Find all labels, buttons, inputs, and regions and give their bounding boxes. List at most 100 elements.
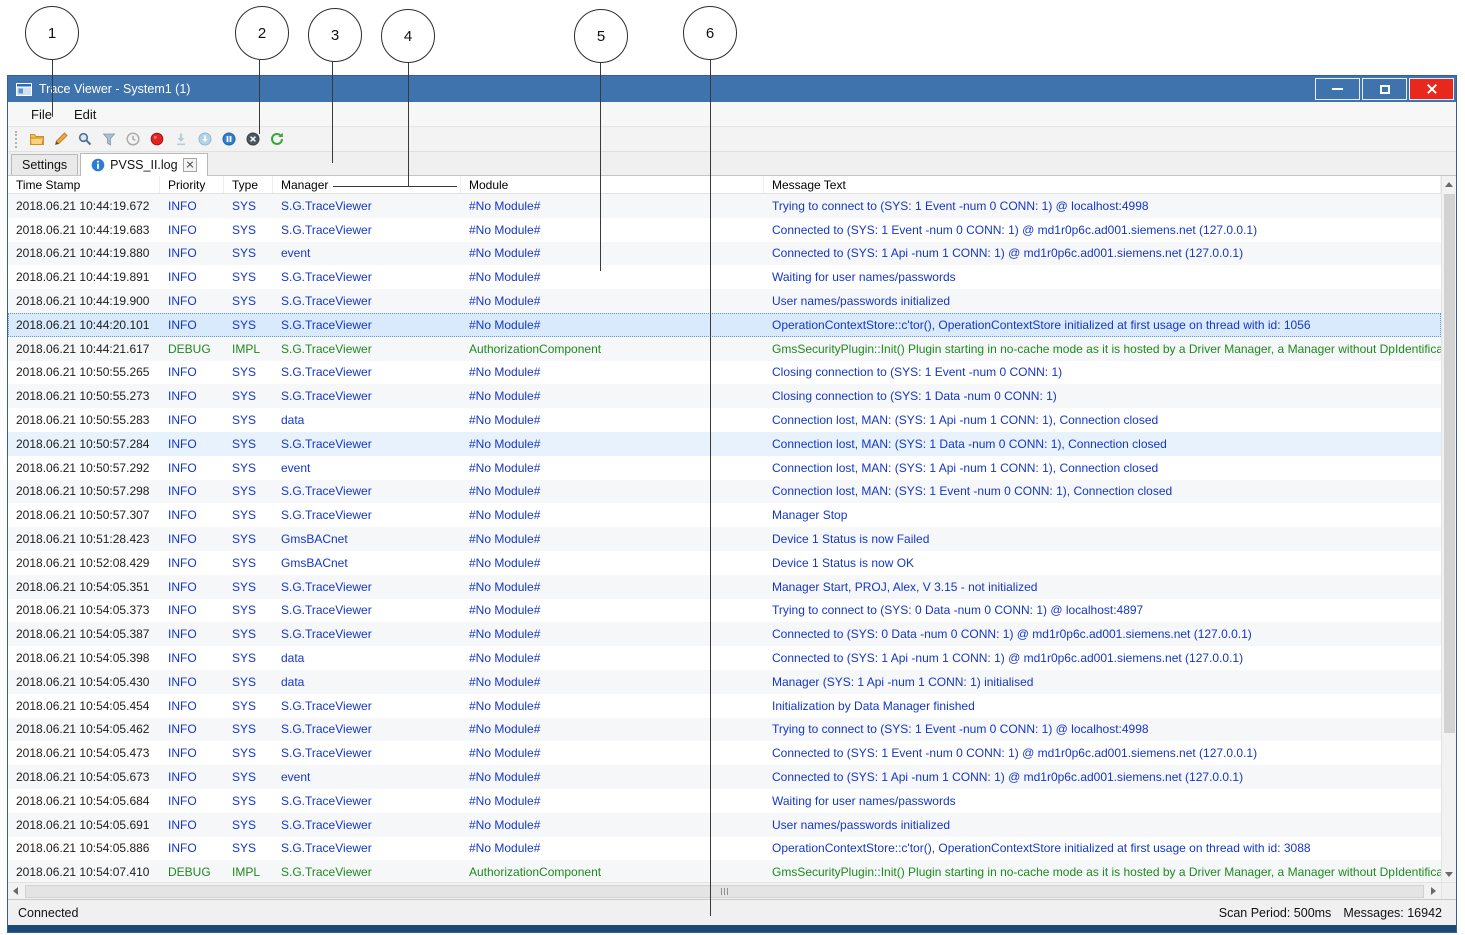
log-row[interactable]: 2018.06.21 10:44:19.891INFOSYSS.G.TraceV… [8,265,1441,289]
callout-circle-1: 1 [25,6,79,60]
toolbar-grip[interactable] [15,131,19,148]
status-bar: Connected Scan Period: 500ms Messages: 1… [8,899,1456,925]
cell-manager: S.G.TraceViewer [273,746,461,760]
scroll-up-button[interactable] [1442,176,1457,192]
log-table: Time Stamp Priority Type Manager Module … [8,176,1456,899]
log-row[interactable]: 2018.06.21 10:54:05.473INFOSYSS.G.TraceV… [8,741,1441,765]
log-row[interactable]: 2018.06.21 10:50:55.283INFOSYSdata#No Mo… [8,408,1441,432]
log-row[interactable]: 2018.06.21 10:54:07.410DEBUGIMPLS.G.Trac… [8,860,1441,884]
cell-priority: INFO [160,746,224,760]
cell-message: GmsSecurityPlugin::Init() Plugin startin… [764,342,1441,356]
cell-type: SYS [224,246,273,260]
cell-module: #No Module# [461,794,764,808]
vertical-scroll-track[interactable] [1442,192,1457,866]
log-row[interactable]: 2018.06.21 10:44:19.683INFOSYSS.G.TraceV… [8,218,1441,242]
log-row[interactable]: 2018.06.21 10:50:57.284INFOSYSS.G.TraceV… [8,432,1441,456]
menu-edit[interactable]: Edit [63,104,107,125]
tab-close-icon[interactable] [183,158,197,172]
tab-log-file[interactable]: PVSS_II.log [80,153,207,176]
open-button[interactable] [26,128,48,150]
go-to-end-button[interactable] [194,128,216,150]
log-row[interactable]: 2018.06.21 10:54:05.886INFOSYSS.G.TraceV… [8,837,1441,861]
column-header-priority[interactable]: Priority [160,176,224,193]
cell-type: SYS [224,651,273,665]
log-row[interactable]: 2018.06.21 10:54:05.673INFOSYSevent#No M… [8,765,1441,789]
message-count: Messages: 16942 [1343,906,1442,920]
cell-manager: data [273,651,461,665]
cell-type: SYS [224,413,273,427]
log-row[interactable]: 2018.06.21 10:54:05.454INFOSYSS.G.TraceV… [8,694,1441,718]
record-button[interactable] [146,128,168,150]
log-row[interactable]: 2018.06.21 10:44:19.900INFOSYSS.G.TraceV… [8,289,1441,313]
scroll-right-button[interactable] [1426,883,1441,899]
maximize-button[interactable] [1362,78,1407,100]
scroll-left-button[interactable] [8,883,23,899]
log-row[interactable]: 2018.06.21 10:54:05.684INFOSYSS.G.TraceV… [8,789,1441,813]
log-row[interactable]: 2018.06.21 10:52:08.429INFOSYSGmsBACnet#… [8,551,1441,575]
log-row[interactable]: 2018.06.21 10:44:19.880INFOSYSevent#No M… [8,242,1441,266]
cell-module: #No Module# [461,580,764,594]
stop-button[interactable] [242,128,264,150]
cell-module: #No Module# [461,294,764,308]
cell-priority: INFO [160,841,224,855]
log-row[interactable]: 2018.06.21 10:54:05.430INFOSYSdata#No Mo… [8,670,1441,694]
log-row[interactable]: 2018.06.21 10:51:28.423INFOSYSGmsBACnet#… [8,527,1441,551]
cell-manager: event [273,770,461,784]
close-button[interactable] [1409,78,1454,100]
log-row[interactable]: 2018.06.21 10:50:57.307INFOSYSS.G.TraceV… [8,503,1441,527]
vertical-scrollbar[interactable] [1441,176,1456,899]
horizontal-scroll-thumb[interactable] [25,885,1424,898]
search-button[interactable] [74,128,96,150]
edit-button[interactable] [50,128,72,150]
scroll-down-button[interactable] [1442,866,1457,882]
cell-type: SYS [224,318,273,332]
log-row[interactable]: 2018.06.21 10:44:20.101INFOSYSS.G.TraceV… [8,313,1441,337]
toolbar [8,126,1456,152]
log-row[interactable]: 2018.06.21 10:44:21.617DEBUGIMPLS.G.Trac… [8,337,1441,361]
cell-time: 2018.06.21 10:44:19.672 [8,199,160,213]
filter-button[interactable] [98,128,120,150]
cell-type: SYS [224,770,273,784]
log-row[interactable]: 2018.06.21 10:50:57.292INFOSYSevent#No M… [8,456,1441,480]
minimize-button[interactable] [1315,78,1360,100]
log-row[interactable]: 2018.06.21 10:50:55.265INFOSYSS.G.TraceV… [8,361,1441,385]
column-header-type[interactable]: Type [224,176,273,193]
log-row[interactable]: 2018.06.21 10:50:57.298INFOSYSS.G.TraceV… [8,480,1441,504]
cell-type: SYS [224,484,273,498]
log-row[interactable]: 2018.06.21 10:54:05.462INFOSYSS.G.TraceV… [8,718,1441,742]
column-header-message-text[interactable]: Message Text [764,176,1441,193]
log-row[interactable]: 2018.06.21 10:54:05.373INFOSYSS.G.TraceV… [8,599,1441,623]
log-row[interactable]: 2018.06.21 10:44:19.672INFOSYSS.G.TraceV… [8,194,1441,218]
log-row[interactable]: 2018.06.21 10:54:05.351INFOSYSS.G.TraceV… [8,575,1441,599]
log-row[interactable]: 2018.06.21 10:54:05.398INFOSYSdata#No Mo… [8,646,1441,670]
cell-type: IMPL [224,342,273,356]
arrow-down-button[interactable] [170,128,192,150]
cell-module: #No Module# [461,508,764,522]
menu-file[interactable]: File [20,104,63,125]
pause-button[interactable] [218,128,240,150]
cell-module: AuthorizationComponent [461,342,764,356]
cell-priority: INFO [160,389,224,403]
cell-time: 2018.06.21 10:54:05.387 [8,627,160,641]
cell-message: Initialization by Data Manager finished [764,699,1441,713]
log-row[interactable]: 2018.06.21 10:50:55.273INFOSYSS.G.TraceV… [8,384,1441,408]
vertical-scroll-thumb[interactable] [1444,194,1455,733]
cell-time: 2018.06.21 10:54:05.673 [8,770,160,784]
clock-button[interactable] [122,128,144,150]
cell-type: SYS [224,389,273,403]
cell-type: SYS [224,223,273,237]
cell-message: Closing connection to (SYS: 1 Data -num … [764,389,1441,403]
log-row[interactable]: 2018.06.21 10:54:05.691INFOSYSS.G.TraceV… [8,813,1441,837]
cell-manager: data [273,413,461,427]
column-header-time-stamp[interactable]: Time Stamp [8,176,160,193]
column-header-manager[interactable]: Manager [273,176,461,193]
info-icon [91,158,105,172]
tab-settings[interactable]: Settings [11,154,78,175]
horizontal-scrollbar[interactable] [8,882,1441,899]
column-header-module[interactable]: Module [461,176,764,193]
cell-manager: S.G.TraceViewer [273,365,461,379]
cell-manager: S.G.TraceViewer [273,437,461,451]
refresh-button[interactable] [266,128,288,150]
log-row[interactable]: 2018.06.21 10:54:05.387INFOSYSS.G.TraceV… [8,622,1441,646]
cell-message: OperationContextStore::c'tor(), Operatio… [764,318,1441,332]
